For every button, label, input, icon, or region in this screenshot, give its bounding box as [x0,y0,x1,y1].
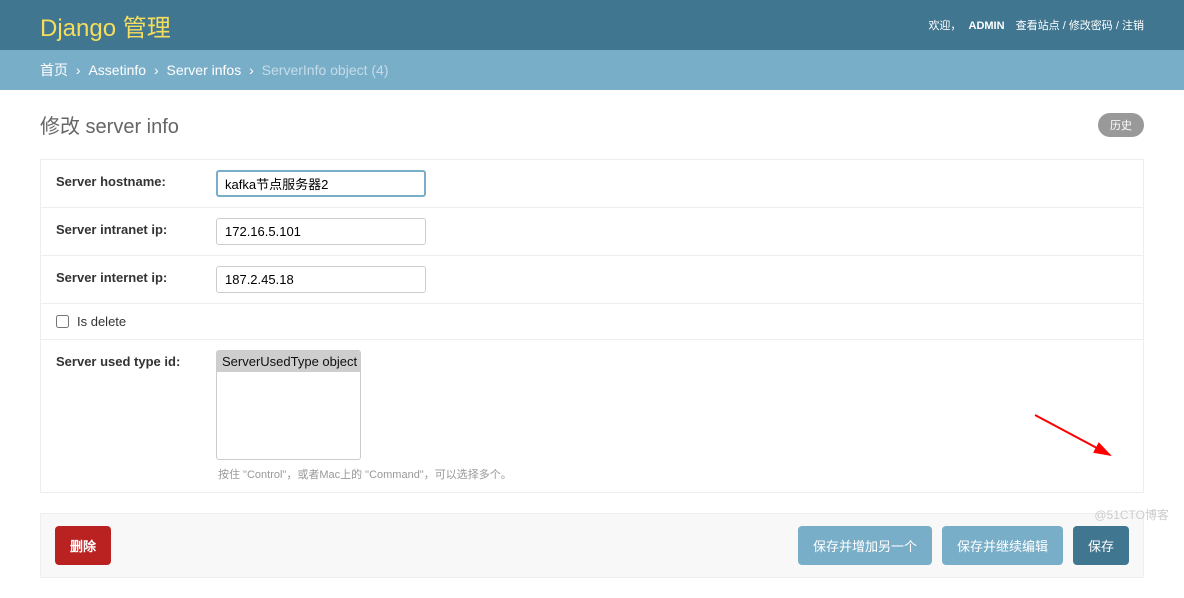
internet-label: Server internet ip: [56,266,216,285]
intranet-input[interactable] [216,218,426,245]
internet-input[interactable] [216,266,426,293]
usedtype-label: Server used type id: [56,350,216,369]
right-buttons: 保存并增加另一个 保存并继续编辑 保存 [798,526,1129,565]
usedtype-help: 按住 "Control"，或者Mac上的 "Command"，可以选择多个。 [218,466,1128,482]
form-row-intranet: Server intranet ip: [41,208,1143,256]
logout-link[interactable]: 注销 [1122,20,1144,32]
form-row-usedtype: Server used type id: ServerUsedType obje… [41,340,1143,492]
submit-row: 删除 保存并增加另一个 保存并继续编辑 保存 [40,513,1144,578]
delete-button[interactable]: 删除 [55,526,111,565]
form-row-isdelete: Is delete [41,304,1143,340]
welcome-text: 欢迎， [928,20,961,32]
user-tools: 欢迎， ADMIN 查看站点 / 修改密码 / 注销 [928,17,1144,33]
view-site-link[interactable]: 查看站点 [1016,20,1060,32]
history-button[interactable]: 历史 [1098,113,1144,137]
form-row-hostname: Server hostname: [41,160,1143,208]
hostname-label: Server hostname: [56,170,216,189]
content-header: 修改 server info 历史 [40,110,1144,139]
site-title[interactable]: Django 管理 [40,8,171,43]
top-header: Django 管理 欢迎， ADMIN 查看站点 / 修改密码 / 注销 [0,0,1184,50]
form-module: Server hostname: Server intranet ip: Ser… [40,159,1144,493]
breadcrumb-app[interactable]: Assetinfo [88,62,146,78]
watermark: @51CTO博客 [1094,506,1169,523]
form-row-internet: Server internet ip: [41,256,1143,304]
save-continue-button[interactable]: 保存并继续编辑 [942,526,1063,565]
breadcrumb-home[interactable]: 首页 [40,62,68,78]
content: 修改 server info 历史 Server hostname: Serve… [0,90,1184,598]
isdelete-label[interactable]: Is delete [77,314,126,329]
hostname-input[interactable] [216,170,426,197]
page-title: 修改 server info [40,110,179,139]
username: ADMIN [969,20,1005,32]
save-button[interactable]: 保存 [1073,526,1129,565]
usedtype-option[interactable]: ServerUsedType object (1) [217,351,360,372]
save-add-another-button[interactable]: 保存并增加另一个 [798,526,932,565]
breadcrumb-current: ServerInfo object (4) [262,62,389,78]
usedtype-select[interactable]: ServerUsedType object (1) [216,350,361,460]
isdelete-checkbox[interactable] [56,315,69,328]
breadcrumb-model[interactable]: Server infos [167,62,242,78]
change-password-link[interactable]: 修改密码 [1069,20,1113,32]
breadcrumb: 首页 › Assetinfo › Server infos › ServerIn… [0,50,1184,90]
intranet-label: Server intranet ip: [56,218,216,237]
